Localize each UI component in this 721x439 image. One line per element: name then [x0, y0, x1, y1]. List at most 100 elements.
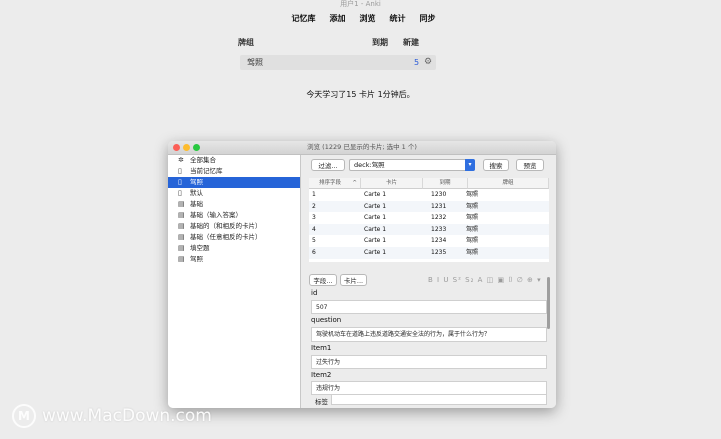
deck-name[interactable]: 驾照 [247, 55, 263, 70]
chevron-down-icon[interactable]: ▾ [465, 159, 475, 171]
cell-deck: 驾照 [466, 202, 479, 210]
sidebar-item-label: 默认 [190, 189, 203, 197]
cell-due: 1235 [431, 249, 447, 256]
field-input-id[interactable]: 507 [311, 300, 547, 314]
cell-card: Carte 1 [364, 214, 387, 222]
field-label-question: question [311, 316, 342, 324]
table-row[interactable]: 5 Carte 1 1234 驾照 [309, 235, 549, 247]
tags-label: 标签 [315, 398, 328, 406]
tags-input[interactable] [331, 394, 547, 405]
table-row[interactable]: 6 Carte 1 1235 驾照 [309, 247, 549, 259]
field-label-id: id [311, 289, 318, 297]
cell-card: Carte 1 [364, 249, 387, 256]
cell-card: Carte 1 [364, 237, 387, 245]
deck-column-header: 牌组 [238, 38, 254, 47]
cell-card: Carte 1 [364, 225, 387, 233]
star-icon: ✲ [178, 156, 184, 164]
field-input-question[interactable]: 驾驶机动车在道路上违反道路交通安全法的行为，属于什么行为？ [311, 327, 547, 342]
sidebar-item-notetype-reversed[interactable]: ▤ 基础的（和相反的卡片） [168, 221, 300, 232]
cell-due: 1232 [431, 214, 447, 222]
preview-button[interactable]: 预览 [516, 159, 544, 171]
cell-sort-field: 5 [312, 237, 316, 245]
browser-title: 浏览 (1229 已显示的卡片; 选中 1 个) [307, 143, 417, 151]
field-input-item2[interactable]: 违规行为 [311, 381, 547, 395]
sidebar-item-deck-default[interactable]: ▯ 默认 [168, 188, 300, 199]
sort-arrow-icon: ^ [352, 180, 357, 186]
deck-icon: ▯ [178, 189, 182, 197]
toolbar-browse[interactable]: 浏览 [360, 11, 376, 27]
sidebar-item-label: 全部集合 [190, 156, 216, 164]
fields-button[interactable]: 字段... [309, 274, 337, 286]
toolbar-stats[interactable]: 统计 [390, 11, 406, 27]
gear-icon[interactable]: ⚙ [424, 55, 432, 70]
notetype-icon: ▤ [178, 211, 185, 219]
watermark-logo-icon: M [12, 404, 36, 428]
cell-due: 1233 [431, 225, 447, 233]
cell-sort-field: 1 [312, 191, 316, 198]
window-title: 用户1 - Anki [340, 0, 381, 8]
toolbar-decks[interactable]: 记忆库 [292, 11, 316, 27]
new-column-header: 新建 [403, 38, 419, 47]
table-row[interactable]: 2 Carte 1 1231 驾照 [309, 200, 549, 213]
card-table: 排序字段 ^ 卡片 到期 牌组 1 Carte 1 1230 驾照 2 Cart… [309, 178, 549, 262]
cell-due: 1234 [431, 237, 447, 245]
cards-button[interactable]: 卡片... [340, 274, 367, 286]
search-button[interactable]: 搜索 [483, 159, 509, 171]
notetype-icon: ▤ [178, 222, 185, 230]
cell-deck: 驾照 [466, 237, 479, 245]
toolbar-sync[interactable]: 同步 [420, 11, 436, 27]
cell-due: 1230 [431, 191, 447, 198]
toolbar-add[interactable]: 添加 [330, 11, 346, 27]
sidebar-item-notetype-type-answer[interactable]: ▤ 基础（输入答案） [168, 210, 300, 221]
browser-main: 过滤... deck:驾照 ▾ 搜索 预览 排序字段 ^ 卡片 到期 牌组 1 … [301, 155, 556, 408]
notetype-icon: ▤ [178, 244, 185, 252]
notetype-icon: ▤ [178, 255, 185, 263]
deck-icon: ▯ [178, 167, 182, 175]
cell-card: Carte 1 [364, 191, 387, 198]
sidebar-item-label: 当前记忆库 [190, 167, 223, 175]
deck-row[interactable]: 驾照 5 ⚙ [240, 55, 436, 70]
cell-deck: 驾照 [466, 225, 479, 233]
cell-card: Carte 1 [364, 202, 387, 210]
notetype-icon: ▤ [178, 200, 185, 208]
sidebar-item-label: 基础 [190, 200, 203, 208]
due-column-header: 到期 [372, 38, 388, 47]
sidebar-item-notetype-driving[interactable]: ▤ 驾照 [168, 254, 300, 265]
table-row[interactable]: 1 Carte 1 1230 驾照 [309, 189, 549, 201]
sidebar-item-whole-collection[interactable]: ✲ 全部集合 [168, 155, 300, 166]
editor-scrollbar[interactable] [547, 277, 550, 329]
column-card[interactable]: 卡片 [361, 178, 423, 189]
sidebar-item-current-deck[interactable]: ▯ 当前记忆库 [168, 166, 300, 177]
watermark-text: www.MacDown.com [42, 406, 212, 426]
cell-sort-field: 4 [312, 225, 316, 233]
column-label: 排序字段 [319, 180, 342, 186]
field-input-item1[interactable]: 过失行为 [311, 355, 547, 369]
sidebar-item-notetype-optional-reversed[interactable]: ▤ 基础（任意相反的卡片） [168, 232, 300, 243]
table-row[interactable]: 3 Carte 1 1232 驾照 [309, 212, 549, 224]
column-due[interactable]: 到期 [423, 178, 468, 189]
column-sort-field[interactable]: 排序字段 ^ [309, 178, 361, 189]
sidebar-item-label: 驾照 [190, 255, 203, 263]
search-value: deck:驾照 [354, 161, 385, 169]
sidebar-item-label: 基础（输入答案） [190, 211, 242, 219]
deck-due-count: 5 [414, 58, 420, 67]
sidebar-item-label: 基础的（和相反的卡片） [190, 222, 262, 230]
cell-sort-field: 3 [312, 214, 316, 222]
sidebar-item-notetype-cloze[interactable]: ▤ 填空题 [168, 243, 300, 254]
column-deck[interactable]: 牌组 [468, 178, 549, 189]
sidebar-item-label: 基础（任意相反的卡片） [190, 233, 262, 241]
table-row[interactable]: 4 Carte 1 1233 驾照 [309, 223, 549, 236]
format-icons[interactable]: B I U S² S₂ A ◫ ▣ ⌷ ∅ ⊕ ▾ [428, 274, 542, 286]
cell-sort-field: 6 [312, 249, 316, 256]
editor-toolbar: 字段... 卡片... B I U S² S₂ A ◫ ▣ ⌷ ∅ ⊕ ▾ [309, 274, 549, 286]
filter-button[interactable]: 过滤... [311, 159, 345, 171]
cell-sort-field: 2 [312, 202, 316, 210]
browser-sidebar: ✲ 全部集合 ▯ 当前记忆库 ▯ 驾照 ▯ 默认 ▤ 基础 ▤ 基础（输入答案）… [168, 155, 301, 408]
cell-deck: 驾照 [466, 214, 479, 222]
sidebar-item-deck-driving[interactable]: ▯ 驾照 [168, 177, 300, 188]
field-label-item2: Item2 [311, 371, 332, 379]
sidebar-item-notetype-basic[interactable]: ▤ 基础 [168, 199, 300, 210]
studied-today-text: 今天学习了15 卡片 1分钟后。 [306, 90, 415, 99]
search-input[interactable]: deck:驾照 ▾ [349, 159, 475, 171]
cell-due: 1231 [431, 202, 447, 210]
